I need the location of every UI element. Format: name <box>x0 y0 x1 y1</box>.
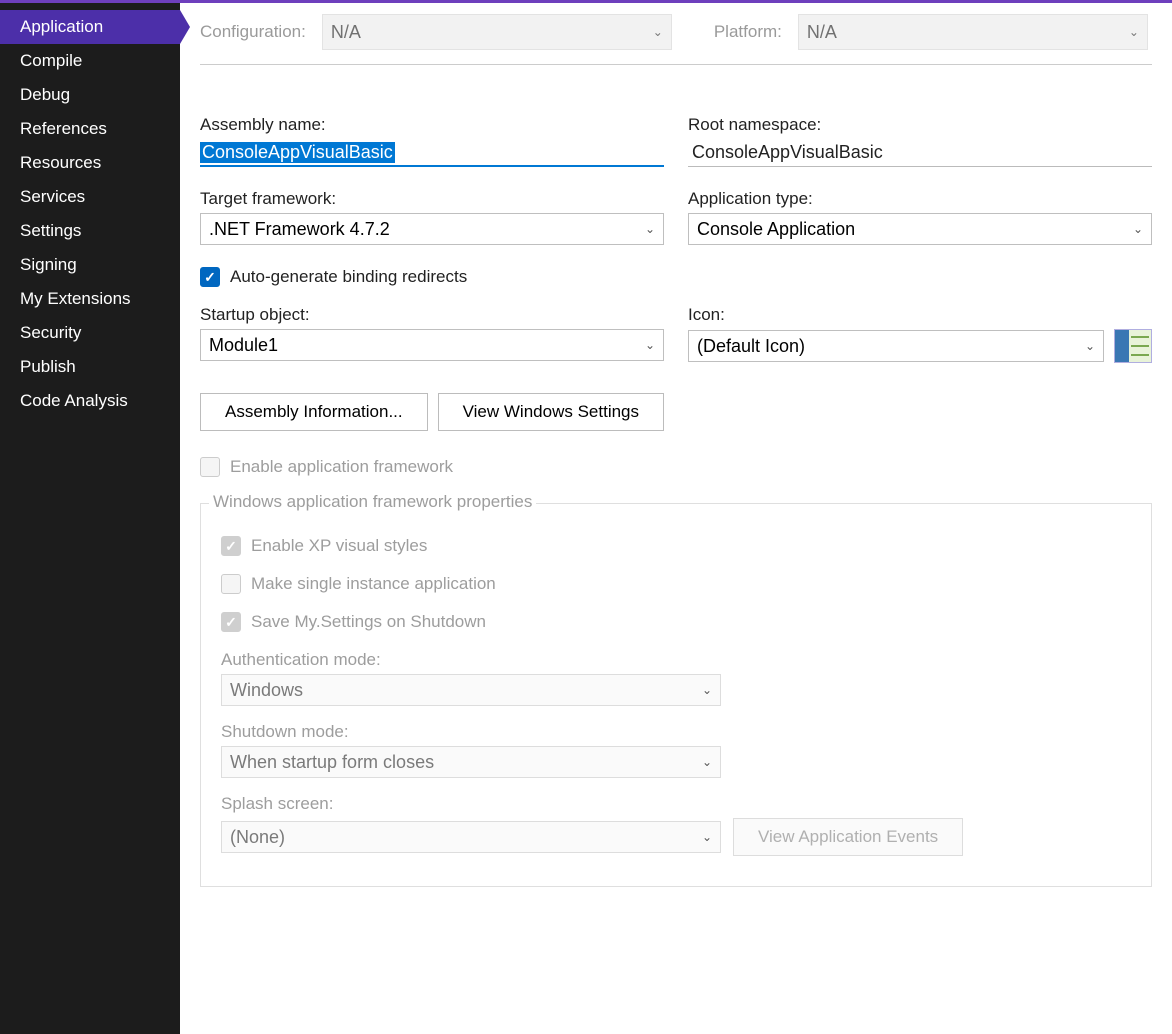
configuration-label: Configuration: <box>200 22 306 42</box>
enable-app-framework-label: Enable application framework <box>230 457 453 477</box>
sidebar: Application Compile Debug References Res… <box>0 0 180 1034</box>
shutdown-mode-dropdown: When startup form closes ⌄ <box>221 746 721 778</box>
xp-styles-label: Enable XP visual styles <box>251 536 427 556</box>
single-instance-label: Make single instance application <box>251 574 496 594</box>
application-type-dropdown[interactable]: Console Application ⌄ <box>688 213 1152 245</box>
sidebar-item-security[interactable]: Security <box>0 316 180 350</box>
application-type-label: Application type: <box>688 189 1152 209</box>
sidebar-item-services[interactable]: Services <box>0 180 180 214</box>
root-namespace-input[interactable] <box>688 139 1152 167</box>
framework-properties-fieldset: Windows application framework properties… <box>200 503 1152 887</box>
chevron-down-icon: ⌄ <box>1129 25 1139 39</box>
auth-mode-label: Authentication mode: <box>221 650 1133 670</box>
chevron-down-icon: ⌄ <box>702 830 712 844</box>
sidebar-item-debug[interactable]: Debug <box>0 78 180 112</box>
splash-screen-dropdown: (None) ⌄ <box>221 821 721 853</box>
top-accent-strip <box>0 0 1172 3</box>
sidebar-item-my-extensions[interactable]: My Extensions <box>0 282 180 316</box>
assembly-information-button[interactable]: Assembly Information... <box>200 393 428 431</box>
target-framework-dropdown[interactable]: .NET Framework 4.7.2 ⌄ <box>200 213 664 245</box>
shutdown-mode-label: Shutdown mode: <box>221 722 1133 742</box>
icon-value: (Default Icon) <box>697 336 805 357</box>
config-row: Configuration: N/A ⌄ Platform: N/A ⌄ <box>200 14 1152 65</box>
root-namespace-label: Root namespace: <box>688 115 1152 135</box>
auto-generate-checkbox[interactable] <box>200 267 220 287</box>
auth-mode-value: Windows <box>230 680 303 701</box>
configuration-value: N/A <box>331 22 361 43</box>
sidebar-item-code-analysis[interactable]: Code Analysis <box>0 384 180 418</box>
startup-object-value: Module1 <box>209 335 278 356</box>
chevron-down-icon: ⌄ <box>702 683 712 697</box>
assembly-name-input[interactable]: ConsoleAppVisualBasic <box>200 139 664 167</box>
sidebar-item-resources[interactable]: Resources <box>0 146 180 180</box>
platform-dropdown[interactable]: N/A ⌄ <box>798 14 1148 50</box>
sidebar-item-signing[interactable]: Signing <box>0 248 180 282</box>
sidebar-item-compile[interactable]: Compile <box>0 44 180 78</box>
chevron-down-icon: ⌄ <box>1133 222 1143 236</box>
chevron-down-icon: ⌄ <box>645 222 655 236</box>
startup-object-dropdown[interactable]: Module1 ⌄ <box>200 329 664 361</box>
save-mysettings-checkbox <box>221 612 241 632</box>
platform-value: N/A <box>807 22 837 43</box>
shutdown-mode-value: When startup form closes <box>230 752 434 773</box>
view-application-events-button: View Application Events <box>733 818 963 856</box>
chevron-down-icon: ⌄ <box>653 25 663 39</box>
assembly-name-label: Assembly name: <box>200 115 664 135</box>
splash-screen-value: (None) <box>230 827 285 848</box>
xp-styles-checkbox <box>221 536 241 556</box>
chevron-down-icon: ⌄ <box>1085 339 1095 353</box>
save-mysettings-label: Save My.Settings on Shutdown <box>251 612 486 632</box>
sidebar-item-settings[interactable]: Settings <box>0 214 180 248</box>
target-framework-label: Target framework: <box>200 189 664 209</box>
platform-label: Platform: <box>714 22 782 42</box>
assembly-name-value: ConsoleAppVisualBasic <box>200 142 395 163</box>
sidebar-item-publish[interactable]: Publish <box>0 350 180 384</box>
icon-dropdown[interactable]: (Default Icon) ⌄ <box>688 330 1104 362</box>
framework-legend: Windows application framework properties <box>209 492 536 512</box>
application-type-value: Console Application <box>697 219 855 240</box>
target-framework-value: .NET Framework 4.7.2 <box>209 219 390 240</box>
icon-label: Icon: <box>688 305 1152 325</box>
sidebar-item-application[interactable]: Application <box>0 10 180 44</box>
auto-generate-label: Auto-generate binding redirects <box>230 267 467 287</box>
splash-screen-label: Splash screen: <box>221 794 1133 814</box>
icon-preview <box>1114 329 1152 363</box>
enable-app-framework-checkbox <box>200 457 220 477</box>
sidebar-item-references[interactable]: References <box>0 112 180 146</box>
configuration-dropdown[interactable]: N/A ⌄ <box>322 14 672 50</box>
chevron-down-icon: ⌄ <box>645 338 655 352</box>
auth-mode-dropdown: Windows ⌄ <box>221 674 721 706</box>
main-panel: Configuration: N/A ⌄ Platform: N/A ⌄ Ass… <box>180 0 1172 1034</box>
chevron-down-icon: ⌄ <box>702 755 712 769</box>
startup-object-label: Startup object: <box>200 305 664 325</box>
single-instance-checkbox <box>221 574 241 594</box>
view-windows-settings-button[interactable]: View Windows Settings <box>438 393 664 431</box>
